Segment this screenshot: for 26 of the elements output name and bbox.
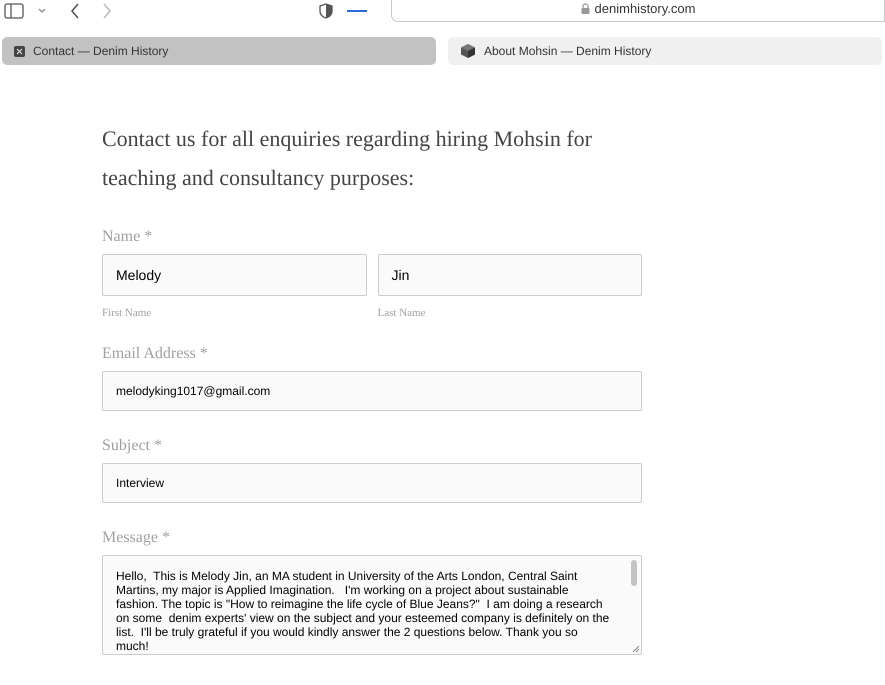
input-field[interactable]: melodyking1017@gmail.com (102, 371, 642, 411)
resize-grip-icon[interactable] (630, 643, 640, 653)
url-text: denimhistory.com (594, 1, 696, 16)
message-field[interactable]: Hello, This is Melody Jin, an MA student in University of the Arts London, Central Saint Martins, my major is Applied Imagination. I'm working on a project about sustainable fashion. The topic is "How to reimagine the life cycle of Blue Jeans?" I am doing a research on some denim experts' view on the subject and your esteemed company is definitely on the list. I'll be truly grateful if you would kindly answer the 2 questions below. Thank you so much! (102, 555, 642, 655)
browser-tab[interactable]: Contact — Denim History (2, 37, 436, 65)
field-label: Subject * (102, 437, 163, 455)
shield-icon[interactable] (319, 3, 333, 19)
sidebar-icon[interactable] (4, 3, 24, 19)
page-heading: Contact us for all enquiries regarding hiring Mohsin for teaching and consultancy purposes: (102, 125, 594, 192)
field-caption: Last Name (378, 307, 426, 319)
close-icon[interactable] (14, 46, 25, 56)
chevron-down-icon[interactable] (38, 8, 46, 14)
field-caption: First Name (102, 307, 152, 319)
cube-icon (460, 43, 476, 59)
input-field[interactable]: Jin (378, 254, 642, 296)
input-field[interactable]: Interview (102, 463, 642, 503)
field-label: Message * (102, 529, 171, 547)
scrollbar-thumb[interactable] (631, 560, 637, 586)
field-label: Name * (102, 228, 154, 246)
field-label: Email Address * (102, 345, 209, 363)
loading-bar-icon (347, 10, 367, 12)
input-field[interactable]: Melody (102, 254, 366, 296)
address-bar[interactable]: denimhistory.com (391, 0, 885, 22)
lock-icon (580, 3, 590, 14)
back-icon[interactable] (70, 3, 80, 19)
browser-tab[interactable]: About Mohsin — Denim History (448, 37, 882, 65)
